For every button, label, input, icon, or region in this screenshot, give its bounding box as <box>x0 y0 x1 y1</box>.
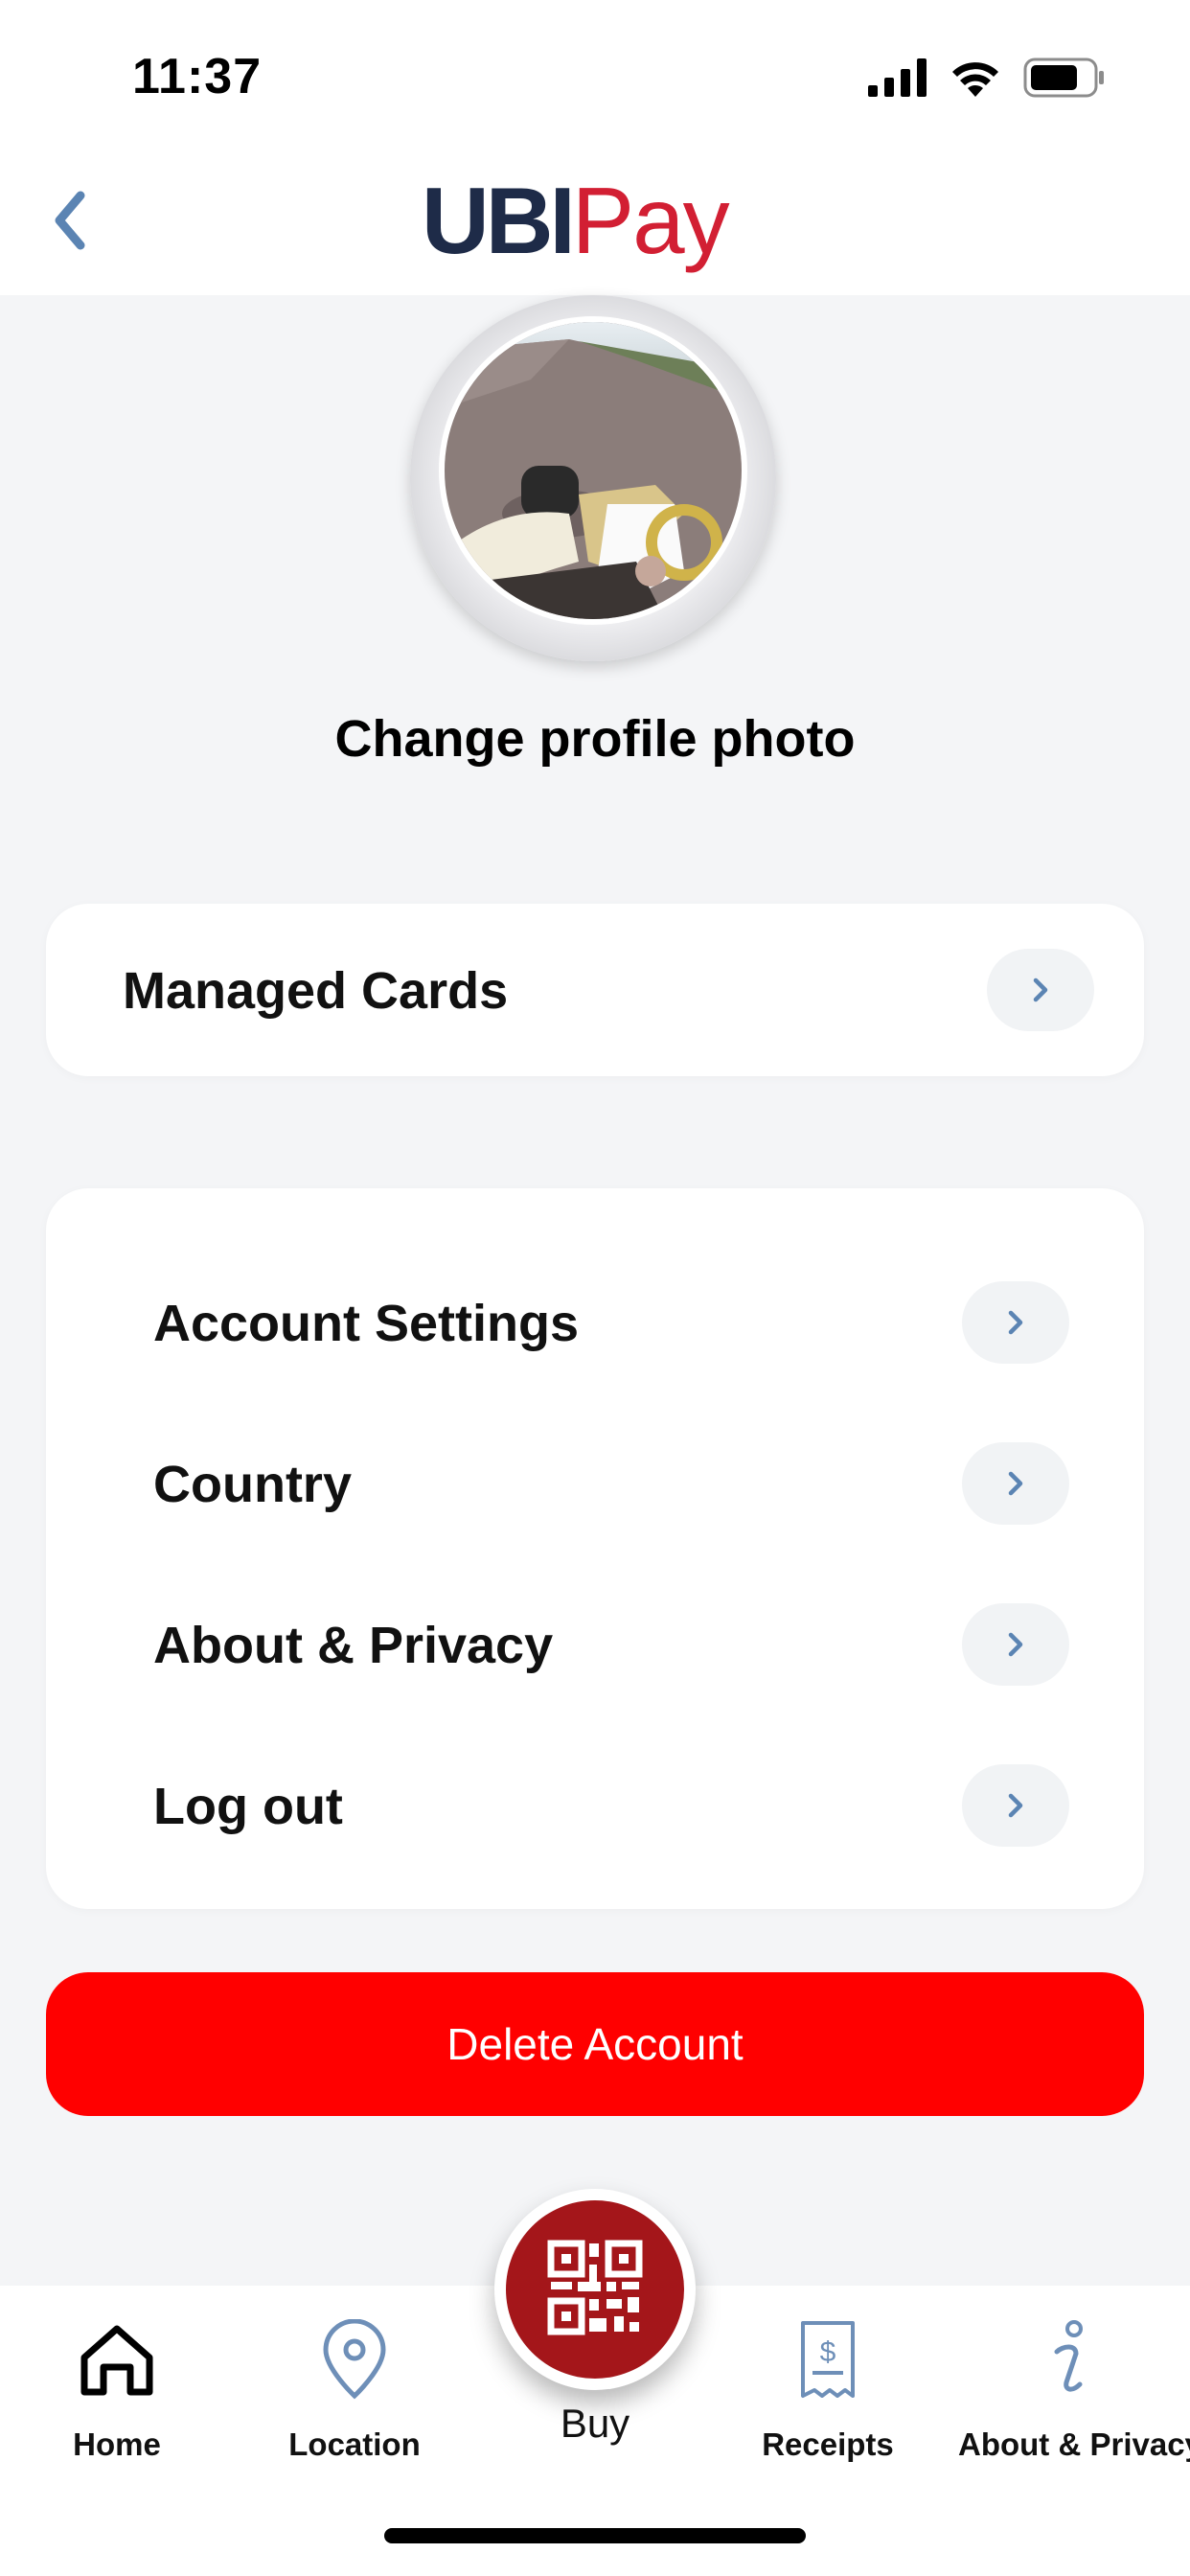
home-icon <box>11 2319 222 2400</box>
managed-cards-row[interactable]: Managed Cards <box>46 932 1144 1047</box>
avatar[interactable] <box>439 316 747 625</box>
tab-about-privacy[interactable]: About & Privacy <box>958 2319 1190 2463</box>
change-profile-photo-link[interactable]: Change profile photo <box>0 709 1190 769</box>
managed-cards-label: Managed Cards <box>123 962 509 1020</box>
tab-buy-label: Buy <box>560 2401 630 2446</box>
menu-item-label: About & Privacy <box>153 1617 554 1674</box>
logo-pay-text: Pay <box>571 168 730 273</box>
svg-text:$: $ <box>820 2336 836 2368</box>
tab-label: Location <box>288 2426 421 2462</box>
chevron-right-icon <box>962 1281 1069 1364</box>
info-icon <box>958 2319 1179 2400</box>
menu-item-label: Log out <box>153 1778 343 1835</box>
buy-button-inner <box>506 2200 684 2379</box>
settings-menu-card: Account Settings Country About & Privacy… <box>46 1188 1144 1909</box>
menu-item-about-privacy[interactable]: About & Privacy <box>46 1587 1144 1702</box>
app-logo: UBI Pay <box>422 158 730 273</box>
tab-buy[interactable] <box>494 2189 696 2390</box>
menu-item-account-settings[interactable]: Account Settings <box>46 1265 1144 1380</box>
chevron-right-icon <box>987 949 1094 1031</box>
tab-label: Receipts <box>762 2426 894 2462</box>
menu-item-label: Account Settings <box>153 1295 580 1352</box>
menu-item-log-out[interactable]: Log out <box>46 1748 1144 1863</box>
managed-cards-card: Managed Cards <box>46 904 1144 1076</box>
tab-location[interactable]: Location <box>249 2318 460 2463</box>
chevron-right-icon <box>962 1603 1069 1686</box>
tab-home[interactable]: Home <box>11 2319 222 2463</box>
location-pin-icon <box>249 2318 460 2400</box>
status-time: 11:37 <box>132 49 263 104</box>
delete-account-button[interactable]: Delete Account <box>46 1972 1144 2116</box>
menu-item-country[interactable]: Country <box>46 1426 1144 1541</box>
wifi-icon <box>950 58 1000 102</box>
battery-icon <box>1023 58 1106 103</box>
chevron-right-icon <box>962 1442 1069 1525</box>
cellular-signal-icon <box>868 58 927 102</box>
tab-receipts[interactable]: $ Receipts <box>722 2319 933 2463</box>
status-icons <box>868 56 1106 104</box>
chevron-right-icon <box>962 1764 1069 1847</box>
logo-ubi-text: UBI <box>422 168 576 273</box>
tab-label: Home <box>73 2426 161 2462</box>
chevron-left-icon <box>42 191 100 263</box>
home-indicator <box>384 2528 806 2543</box>
back-button[interactable] <box>42 182 100 259</box>
menu-item-label: Country <box>153 1456 352 1513</box>
header-bar: 11:37 UBI Pay <box>0 0 1190 295</box>
tab-label: About & Privacy <box>958 2426 1190 2462</box>
receipt-icon: $ <box>722 2319 933 2400</box>
qr-code-icon <box>547 2240 643 2340</box>
